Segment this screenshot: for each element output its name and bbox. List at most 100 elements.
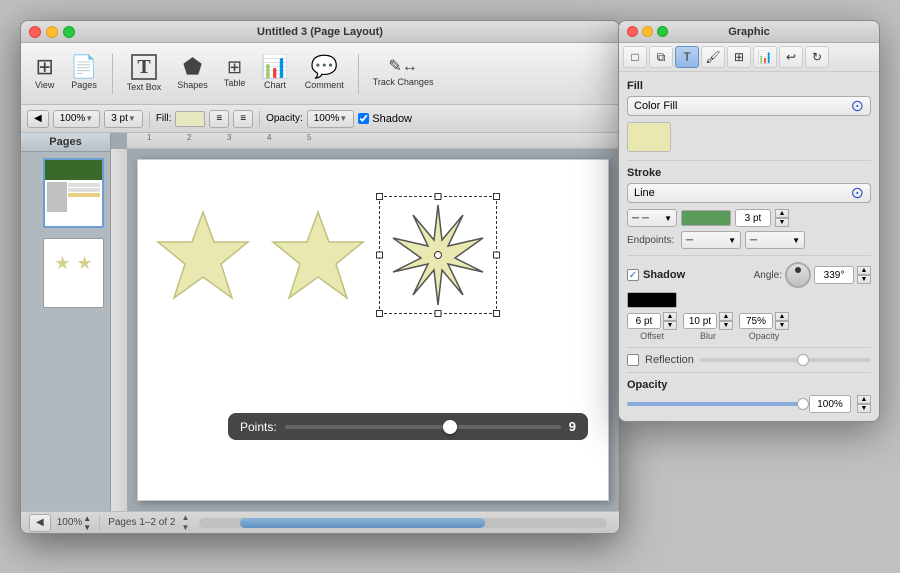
stroke-color-swatch[interactable] bbox=[681, 210, 731, 226]
angle-up-icon[interactable]: ▲ bbox=[857, 266, 871, 275]
gp-tb-link-icon[interactable]: ↩ bbox=[779, 46, 803, 68]
table-label: Table bbox=[224, 78, 246, 89]
opacity-value-input[interactable]: 100% bbox=[809, 395, 851, 413]
page-nav-arrows[interactable]: ▲ ▼ bbox=[181, 513, 189, 532]
shadow-blur-up-icon[interactable]: ▲ bbox=[719, 312, 733, 321]
handle-ml[interactable] bbox=[376, 252, 383, 259]
handle-tl[interactable] bbox=[376, 193, 383, 200]
shadow-blur-input[interactable]: 10 pt bbox=[683, 313, 717, 329]
maximize-button[interactable] bbox=[63, 26, 75, 38]
opacity-slider[interactable] bbox=[627, 402, 803, 406]
main-area: Pages 1 bbox=[21, 133, 619, 511]
horizontal-scrollbar[interactable] bbox=[199, 518, 607, 528]
angle-down-icon[interactable]: ▼ bbox=[857, 275, 871, 284]
points-slider-thumb[interactable] bbox=[443, 420, 457, 434]
align-btn-2[interactable]: ≡ bbox=[233, 110, 253, 128]
shadow-opacity-input[interactable]: 75% bbox=[739, 313, 773, 329]
reflection-slider-thumb[interactable] bbox=[797, 354, 809, 366]
graphic-min-button[interactable] bbox=[642, 26, 653, 37]
page-thumb-1[interactable]: 1 bbox=[21, 152, 110, 234]
stroke-width-down-icon[interactable]: ▼ bbox=[775, 218, 789, 227]
angle-text-label: Angle: bbox=[754, 270, 782, 281]
minimize-button[interactable] bbox=[46, 26, 58, 38]
opacity-up-icon[interactable]: ▲ bbox=[857, 395, 871, 404]
shadow-color-swatch[interactable] bbox=[627, 292, 677, 308]
toolbar-track-changes[interactable]: ✎↔ Track Changes bbox=[367, 57, 440, 90]
toolbar-table[interactable]: ⊞ Table bbox=[218, 56, 252, 91]
page-down-icon[interactable]: ▼ bbox=[181, 523, 189, 532]
stroke-style-dropdown[interactable]: ─ ─ ▼ bbox=[627, 209, 677, 227]
reflection-slider[interactable] bbox=[700, 358, 871, 362]
shadow-enable-checkbox[interactable] bbox=[627, 269, 639, 281]
fill-type-select[interactable]: Color Fill ⊙ bbox=[627, 96, 871, 116]
shadow-offset-stepper[interactable]: ▲ ▼ bbox=[663, 312, 677, 330]
toolbar-chart[interactable]: 📊 Chart bbox=[255, 54, 294, 93]
gp-tb-text-icon[interactable]: T bbox=[675, 46, 699, 68]
align-btn-1[interactable]: ≡ bbox=[209, 110, 229, 128]
handle-br[interactable] bbox=[493, 310, 500, 317]
handle-tr[interactable] bbox=[493, 193, 500, 200]
toolbar-view[interactable]: ⊞ View bbox=[29, 54, 60, 93]
opacity-down-icon[interactable]: ▼ bbox=[857, 404, 871, 413]
line-width-btn[interactable]: 3 pt ▼ bbox=[104, 110, 143, 128]
zoom-down-icon[interactable]: ▼ bbox=[83, 523, 91, 532]
handle-mr[interactable] bbox=[493, 252, 500, 259]
opacity-slider-thumb[interactable] bbox=[797, 398, 809, 410]
stroke-type-select[interactable]: Line ⊙ bbox=[627, 183, 871, 203]
points-slider[interactable] bbox=[285, 425, 561, 429]
graphic-max-button[interactable] bbox=[657, 26, 668, 37]
gp-tb-arrange-icon[interactable]: ⧉ bbox=[649, 46, 673, 68]
shadow-opacity-stepper[interactable]: ▲ ▼ bbox=[775, 312, 789, 330]
toolbar-shapes[interactable]: ⬟ Shapes bbox=[171, 54, 214, 93]
gp-tb-chart-icon[interactable]: 📊 bbox=[753, 46, 777, 68]
opacity-input[interactable]: 100% ▼ bbox=[307, 110, 355, 128]
gp-tb-shape-icon[interactable]: □ bbox=[623, 46, 647, 68]
page-thumb-2[interactable]: 2 ★ ★ bbox=[21, 234, 110, 312]
stroke-width-up-icon[interactable]: ▲ bbox=[775, 209, 789, 218]
shadow-offset-up-icon[interactable]: ▲ bbox=[663, 312, 677, 321]
page-up-icon[interactable]: ▲ bbox=[181, 513, 189, 522]
star-shape-3[interactable] bbox=[383, 200, 493, 310]
shadow-offset-down-icon[interactable]: ▼ bbox=[663, 321, 677, 330]
gp-tb-table-icon[interactable]: ⊞ bbox=[727, 46, 751, 68]
shadow-blur-down-icon[interactable]: ▼ bbox=[719, 321, 733, 330]
opacity-stepper[interactable]: ▲ ▼ bbox=[857, 395, 871, 413]
toolbar-textbox[interactable]: T Text Box bbox=[121, 52, 168, 95]
shadow-label: Shadow bbox=[372, 113, 412, 125]
toolbar-pages[interactable]: 📄 Pages bbox=[64, 54, 103, 93]
graphic-close-button[interactable] bbox=[627, 26, 638, 37]
endpoint-end-dropdown[interactable]: ─ ▼ bbox=[745, 231, 805, 249]
handle-tm[interactable] bbox=[435, 193, 442, 200]
fill-color-preview[interactable] bbox=[627, 122, 671, 152]
gp-tb-graphic-icon[interactable]: 🖌 bbox=[701, 46, 725, 68]
scrollbar-thumb[interactable] bbox=[240, 518, 485, 528]
shadow-blur-stepper[interactable]: ▲ ▼ bbox=[719, 312, 733, 330]
stroke-width-stepper[interactable]: ▲ ▼ bbox=[775, 209, 789, 227]
shadow-opacity-down-icon[interactable]: ▼ bbox=[775, 321, 789, 330]
reflection-checkbox[interactable] bbox=[627, 354, 639, 366]
star-shape-2[interactable] bbox=[268, 207, 368, 307]
handle-bl[interactable] bbox=[376, 310, 383, 317]
shadow-opacity-up-icon[interactable]: ▲ bbox=[775, 312, 789, 321]
angle-wheel[interactable] bbox=[785, 262, 811, 288]
star-shape-1[interactable] bbox=[153, 207, 253, 307]
status-nav-btn[interactable]: ◀ bbox=[29, 514, 51, 532]
shadow-toggle[interactable]: Shadow bbox=[358, 113, 412, 125]
shadow-checkbox[interactable] bbox=[358, 113, 369, 124]
endpoint-start-dropdown[interactable]: ─ ▼ bbox=[681, 231, 741, 249]
zoom-display[interactable]: 100% ▼ bbox=[53, 110, 101, 128]
toolbar-comment[interactable]: 💬 Comment bbox=[299, 54, 350, 93]
zoom-up-icon[interactable]: ▲ bbox=[83, 514, 91, 523]
gp-tb-refresh-icon[interactable]: ↻ bbox=[805, 46, 829, 68]
shadow-offset-input[interactable]: 6 pt bbox=[627, 313, 661, 329]
close-button[interactable] bbox=[29, 26, 41, 38]
stroke-width-input[interactable]: 3 pt bbox=[735, 209, 771, 227]
nav-prev-button[interactable]: ◀ bbox=[27, 110, 49, 128]
canvas-area[interactable]: 1 2 3 4 5 bbox=[111, 133, 619, 511]
angle-value-input[interactable]: 339° bbox=[814, 266, 854, 284]
zoom-stepper[interactable]: ▲ ▼ bbox=[83, 514, 91, 532]
handle-bm[interactable] bbox=[435, 310, 442, 317]
fill-color-box[interactable] bbox=[175, 111, 205, 127]
endpoints-label: Endpoints: bbox=[627, 235, 677, 246]
angle-stepper[interactable]: ▲ ▼ bbox=[857, 266, 871, 284]
